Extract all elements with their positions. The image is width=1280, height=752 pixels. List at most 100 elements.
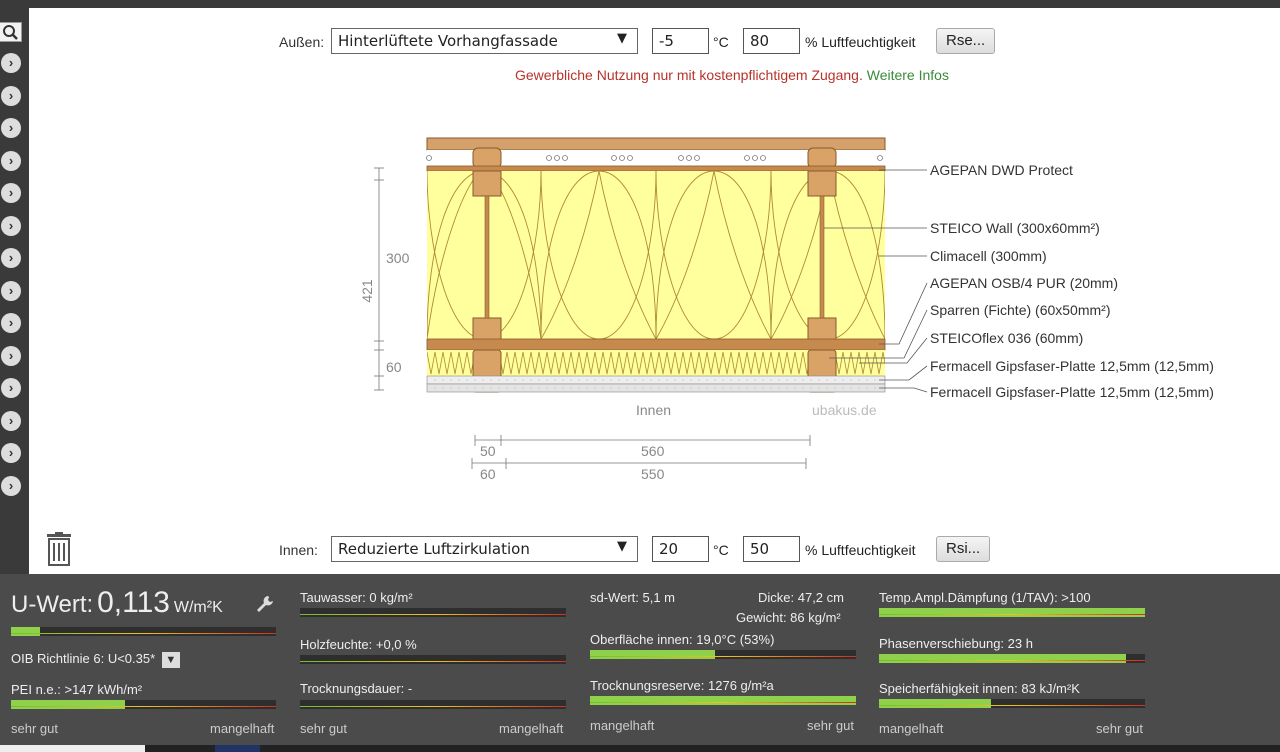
outside-construction-value: Hinterlüftete Vorhangfassade: [338, 32, 558, 50]
pei-text: PEI n.e.: >147 kWh/m²: [11, 682, 143, 697]
chevron-right-icon: ›: [8, 55, 14, 70]
chevron-right-icon: ›: [8, 87, 14, 103]
sidebar-arrow-button[interactable]: ›: [1, 85, 21, 106]
sd-text: sd-Wert: 5,1 m: [590, 590, 676, 605]
chevron-down-icon: ▼: [617, 539, 627, 554]
chevron-right-icon: ›: [8, 282, 14, 298]
top-toolbar: [0, 0, 1280, 8]
wrench-button[interactable]: [255, 594, 275, 617]
speicher-bar: [879, 699, 1145, 708]
trocknungsdauer-bar: [300, 700, 566, 709]
layer-label-1: AGEPAN DWD Protect: [930, 162, 1073, 178]
u-unit: W/m²K: [173, 599, 223, 616]
oberflaeche-bar: [590, 650, 856, 659]
dim-bottom-a: 50: [480, 443, 496, 459]
sidebar-arrow-button[interactable]: ›: [1, 248, 21, 268]
tauwasser-text: Tauwasser: 0 kg/m²: [300, 590, 413, 605]
layer-label-3: Climacell (300mm): [930, 248, 1047, 264]
reserve-fill: [590, 696, 856, 705]
inside-controls: Innen: Reduzierte Luftzirkulation ▼ 20 °…: [29, 536, 1280, 566]
layer-label-2: STEICO Wall (300x60mm²): [930, 220, 1100, 236]
outside-humidity-unit: % Luftfeuchtigkeit: [805, 34, 916, 50]
layer-label-4: AGEPAN OSB/4 PUR (20mm): [930, 275, 1118, 291]
construction-drawing[interactable]: 421 300 60 AGEPAN DWD Protect STEICO Wal…: [29, 128, 1280, 528]
pei-fill: [11, 700, 125, 709]
u-value-bar: [11, 627, 276, 636]
outside-label: Außen:: [279, 34, 325, 50]
dim-bottom-d: 550: [641, 466, 665, 482]
search-button[interactable]: [0, 22, 22, 42]
oberflaeche-fill: [590, 650, 716, 659]
inside-temp-unit: °C: [713, 542, 729, 558]
scale-good-3: sehr gut: [807, 718, 854, 733]
dim-upper: 300: [386, 250, 410, 266]
inside-label: Innen:: [279, 542, 318, 558]
layer-label-7: Fermacell Gipsfaser-Platte 12,5mm (12,5m…: [930, 358, 1214, 374]
dicke-text: Dicke: 47,2 cm: [758, 590, 844, 605]
notice: Gewerbliche Nutzung nur mit kostenpflich…: [515, 67, 949, 83]
scale-good-4: sehr gut: [1096, 721, 1143, 736]
notice-text: Gewerbliche Nutzung nur mit kostenpflich…: [515, 67, 863, 83]
scale-bad-4: mangelhaft: [879, 721, 944, 736]
scale-bad-3: mangelhaft: [590, 718, 655, 733]
outside-construction-select[interactable]: Hinterlüftete Vorhangfassade ▼: [331, 28, 638, 54]
chevron-right-icon: ›: [8, 445, 14, 460]
dim-bottom-b: 560: [641, 443, 665, 459]
chevron-down-icon: ▼: [617, 31, 627, 46]
search-icon: [3, 25, 18, 40]
chevron-right-icon: ›: [8, 185, 14, 200]
sidebar-arrow-button[interactable]: ›: [1, 280, 21, 301]
outside-temp-input[interactable]: -5: [652, 28, 709, 54]
phase-text: Phasenverschiebung: 23 h: [879, 636, 1033, 651]
scale-bad-2: mangelhaft: [499, 721, 564, 736]
sidebar-arrow-button[interactable]: ›: [1, 53, 21, 73]
sidebar-arrow-button[interactable]: ›: [1, 118, 21, 138]
scale-good-2: sehr gut: [300, 721, 347, 736]
reserve-bar: [590, 696, 856, 705]
oib-text: OIB Richtlinie 6: U<0.35*: [11, 651, 156, 666]
chevron-right-icon: ›: [8, 250, 14, 265]
layer-label-8: Fermacell Gipsfaser-Platte 12,5mm (12,5m…: [930, 384, 1214, 400]
sidebar-arrow-button[interactable]: ›: [1, 475, 21, 496]
chevron-right-icon: ›: [8, 477, 14, 493]
sidebar-arrow-button[interactable]: ›: [1, 215, 21, 236]
speicher-fill: [879, 699, 991, 708]
tauwasser-bar: [300, 608, 566, 617]
oib-dropdown[interactable]: ▼: [161, 652, 180, 668]
sidebar-arrow-button[interactable]: ›: [1, 150, 21, 171]
reserve-text: Trocknungsreserve: 1276 g/m²a: [590, 678, 774, 693]
chevron-right-icon: ›: [8, 217, 14, 233]
sidebar-arrow-button[interactable]: ›: [1, 410, 21, 431]
oberflaeche-text: Oberfläche innen: 19,0°C (53%): [590, 632, 775, 647]
sidebar-arrow-button[interactable]: ›: [1, 378, 21, 398]
sidebar-arrow-button[interactable]: ›: [1, 183, 21, 203]
inside-temp-input[interactable]: 20: [652, 536, 709, 562]
sidebar-arrow-button[interactable]: ›: [1, 313, 21, 333]
sidebar-arrow-button[interactable]: ›: [1, 345, 21, 366]
inside-humidity-input[interactable]: 50: [743, 536, 800, 562]
speicher-text: Speicherfähigkeit innen: 83 kJ/m²K: [879, 681, 1080, 696]
phase-fill: [879, 654, 1127, 663]
outside-humidity-input[interactable]: 80: [743, 28, 800, 54]
holzfeuchte-text: Holzfeuchte: +0,0 %: [300, 637, 417, 652]
tav-text: Temp.Ampl.Dämpfung (1/TAV): >100: [879, 590, 1091, 605]
tav-fill: [879, 608, 1145, 617]
wrench-icon: [257, 596, 273, 612]
inside-construction-select[interactable]: Reduzierte Luftzirkulation ▼: [331, 536, 638, 562]
outside-temp-unit: °C: [713, 34, 729, 50]
sidebar-arrow-button[interactable]: ›: [1, 443, 21, 463]
layer-label-6: STEICOflex 036 (60mm): [930, 330, 1083, 346]
layer-label-5: Sparren (Fichte) (60x50mm²): [930, 302, 1111, 318]
scale-bad-1: mangelhaft: [210, 721, 275, 736]
gewicht-text: Gewicht: 86 kg/m²: [736, 610, 841, 625]
dim-total: 421: [359, 279, 375, 303]
innen-label: Innen: [636, 402, 671, 418]
notice-link[interactable]: Weitere Infos: [867, 67, 949, 83]
rsi-button[interactable]: Rsi...: [936, 536, 991, 562]
u-value-fill: [11, 627, 41, 636]
tav-bar: [879, 608, 1145, 617]
dim-lower: 60: [386, 359, 402, 375]
chevron-right-icon: ›: [8, 315, 14, 330]
rse-button[interactable]: Rse...: [936, 28, 996, 54]
holzfeuchte-bar: [300, 655, 566, 664]
